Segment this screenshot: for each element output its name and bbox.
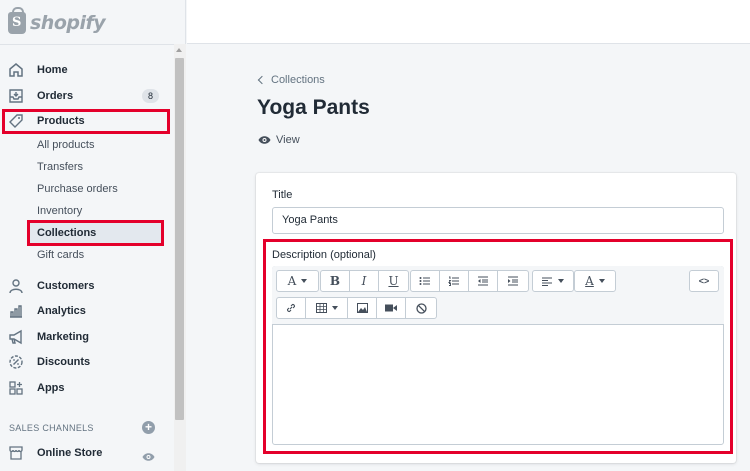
chevron-left-icon (257, 75, 267, 85)
nav-label-online-store: Online Store (37, 447, 103, 459)
sub-item-all-products[interactable]: All products (37, 135, 94, 155)
nav-item-discounts[interactable]: Discounts (0, 351, 170, 373)
nav-item-analytics[interactable]: Analytics (0, 300, 170, 322)
highlight-products (2, 109, 170, 134)
top-bar (187, 0, 750, 44)
view-link[interactable]: View (258, 134, 300, 146)
title-label: Title (272, 189, 293, 201)
view-label: View (276, 134, 300, 146)
sales-channels-heading: SALES CHANNELS (9, 423, 94, 433)
breadcrumb-collections: Collections (271, 74, 325, 86)
eye-icon (258, 136, 271, 144)
nav-label-apps: Apps (37, 382, 65, 394)
home-icon (8, 62, 24, 78)
megaphone-icon (8, 329, 24, 345)
sub-item-transfers[interactable]: Transfers (37, 157, 83, 177)
orders-inbox-icon (8, 88, 24, 104)
orders-count-badge: 8 (142, 89, 159, 103)
sub-item-inventory[interactable]: Inventory (37, 201, 82, 221)
nav-label-analytics: Analytics (37, 305, 86, 317)
highlight-collections (27, 220, 164, 246)
sub-item-purchase-orders[interactable]: Purchase orders (37, 179, 118, 199)
view-online-store-eye-icon[interactable] (142, 449, 155, 467)
nav-label-customers: Customers (37, 280, 95, 292)
sidebar-scrollbar-thumb[interactable] (175, 58, 184, 420)
title-input[interactable]: Yoga Pants (272, 207, 724, 234)
nav-item-marketing[interactable]: Marketing (0, 326, 170, 348)
nav-item-customers[interactable]: Customers (0, 275, 170, 297)
apps-grid-icon (8, 380, 24, 396)
highlight-description-editor (263, 239, 733, 454)
nav-label-marketing: Marketing (37, 331, 89, 343)
nav-label-orders: Orders (37, 90, 74, 102)
discount-badge-icon (8, 354, 24, 370)
sub-item-gift-cards[interactable]: Gift cards (37, 245, 84, 265)
nav-item-orders[interactable]: Orders 8 (0, 85, 170, 107)
brand-name: shopify (30, 12, 106, 34)
person-icon (8, 278, 24, 294)
nav-label-discounts: Discounts (37, 356, 91, 368)
scroll-up-arrow-icon[interactable] (176, 48, 182, 52)
shopify-bag-icon (8, 7, 26, 34)
shopify-logo[interactable]: shopify (8, 7, 106, 38)
nav-item-home[interactable]: Home (0, 59, 170, 81)
page-title: Yoga Pants (257, 96, 370, 119)
nav-label-home: Home (37, 64, 68, 76)
bar-chart-icon (8, 303, 24, 319)
breadcrumb[interactable]: Collections (257, 74, 325, 86)
nav-item-apps[interactable]: Apps (0, 377, 170, 399)
add-sales-channel-icon[interactable]: + (142, 421, 155, 434)
store-icon (8, 445, 24, 461)
